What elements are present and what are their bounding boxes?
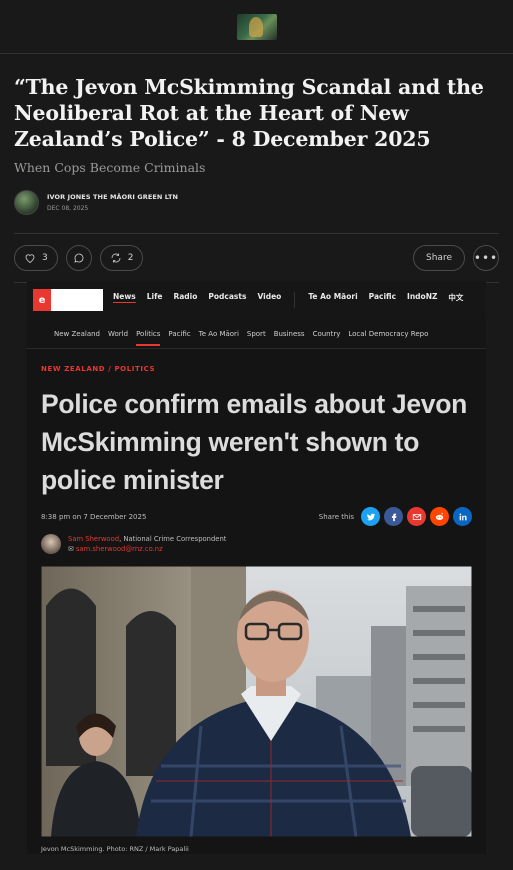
rnz-nav-radio: Radio [173, 292, 198, 301]
article-headline: Police confirm emails about Jevon McSkim… [41, 389, 468, 495]
post-actions-bar: 3 2 Share ••• [14, 233, 499, 283]
rnz-main-nav: e News Life Radio Podcasts Video Te Ao M… [27, 281, 486, 319]
publication-logo[interactable] [236, 13, 277, 40]
article-meta: 8:38 pm on 7 December 2025 Share this [41, 507, 472, 526]
author-name[interactable]: IVOR JONES THE MĀORI GREEN LTN [47, 193, 178, 201]
post-subtitle: When Cops Become Criminals [14, 160, 206, 175]
article-kicker: NEW ZEALAND / POLITICS [41, 365, 156, 373]
rnz-article-body: NEW ZEALAND / POLITICS Police confirm em… [27, 365, 486, 853]
rnz-logo-icon: e [33, 289, 51, 311]
rnz-sub-pacific: Pacific [168, 329, 191, 338]
journalist-avatar [41, 534, 61, 554]
journalist-email: sam.sherwood@rnz.co.nz [75, 545, 163, 553]
facebook-icon [384, 507, 403, 526]
journalist-role: , National Crime Correspondent [119, 535, 227, 543]
rnz-sub-country: Country [312, 329, 341, 338]
article-byline: Sam Sherwood, National Crime Corresponde… [41, 534, 472, 554]
like-count: 3 [42, 253, 48, 263]
share-this-label: Share this [318, 512, 354, 521]
reddit-icon [430, 507, 449, 526]
rnz-sub-world: World [108, 329, 129, 338]
restack-icon [111, 253, 121, 263]
share-button[interactable]: Share [413, 245, 465, 271]
rnz-sub-local-democracy: Local Democracy Repo [348, 329, 429, 338]
actions-right: Share ••• [413, 245, 499, 271]
rnz-nav-chinese: 中文 [448, 293, 464, 302]
twitter-icon [361, 507, 380, 526]
author-row: IVOR JONES THE MĀORI GREEN LTN DEC 08, 2… [0, 175, 513, 219]
rnz-sub-new-zealand: New Zealand [54, 329, 100, 338]
heart-icon [25, 254, 35, 263]
email-icon [407, 507, 426, 526]
rnz-sub-politics: Politics [136, 330, 161, 346]
like-button[interactable]: 3 [14, 245, 58, 271]
rnz-nav-te-ao-maori: Te Ao Māori [308, 292, 358, 301]
rnz-nav-news: News [113, 292, 136, 301]
post-title: “The Jevon McSkimming Scandal and the Ne… [14, 75, 484, 151]
rnz-nav-life: Life [146, 292, 163, 301]
rnz-nav-divider [294, 292, 296, 308]
rnz-sub-te-ao-maori: Te Ao Māori [198, 329, 239, 338]
embedded-article-screenshot: e News Life Radio Podcasts Video Te Ao M… [27, 281, 486, 854]
more-options-icon[interactable]: ••• [473, 245, 499, 271]
journalist-name: Sam Sherwood [68, 535, 120, 543]
author-avatar[interactable] [14, 189, 39, 215]
restack-count: 2 [127, 253, 134, 263]
share-icons: Share this [319, 507, 472, 526]
mail-icon: ✉ [68, 545, 76, 553]
byline-text: Sam Sherwood, National Crime Corresponde… [68, 534, 226, 554]
comment-button[interactable] [65, 245, 92, 271]
rnz-sub-nav: New Zealand World Politics Pacific Te Ao… [27, 319, 486, 349]
actions-left: 3 2 [14, 245, 144, 271]
rnz-nav-podcasts: Podcasts [208, 292, 247, 301]
article-timestamp: 8:38 pm on 7 December 2025 [41, 512, 147, 521]
linkedin-icon [453, 507, 472, 526]
photo-caption: Jevon McSkimming. Photo: RNZ / Mark Papa… [41, 845, 189, 853]
rnz-nav-indonz: IndoNZ [407, 292, 438, 301]
rnz-sub-business: Business [273, 329, 305, 338]
rnz-sub-sport: Sport [246, 329, 266, 338]
author-meta: IVOR JONES THE MĀORI GREEN LTN DEC 08, 2… [47, 193, 178, 212]
publication-header [0, 0, 513, 54]
comment-icon [74, 253, 84, 263]
post-date: DEC 08, 2025 [47, 204, 89, 212]
rnz-logo-wordmark [51, 289, 103, 311]
restack-button[interactable]: 2 [99, 245, 144, 271]
rnz-nav-video: Video [257, 292, 282, 301]
rnz-nav-pacific: Pacific [368, 292, 397, 301]
photo-illustration [41, 566, 472, 837]
article-photo [41, 566, 472, 837]
rnz-main-links: News Life Radio Podcasts Video Te Ao Māo… [113, 292, 463, 308]
